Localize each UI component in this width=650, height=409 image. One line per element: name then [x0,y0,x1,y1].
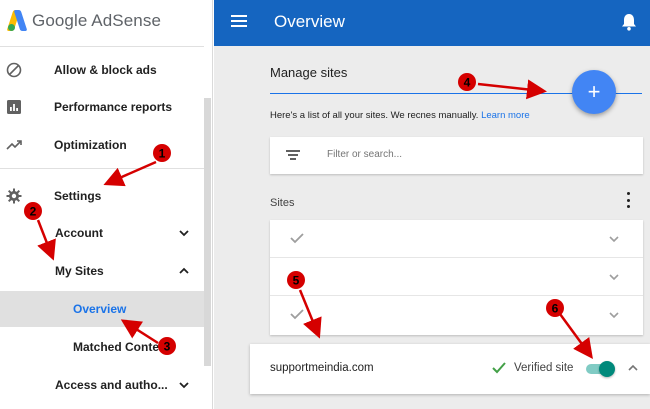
chevron-down-icon[interactable] [608,309,620,321]
sidebar-item-overview[interactable]: Overview [0,291,204,327]
more-options-icon[interactable] [625,192,631,208]
verified-check-icon [492,362,506,374]
sidebar-item-label: Settings [54,189,102,203]
site-list [270,220,643,335]
bar-chart-icon [6,99,22,115]
sidebar-item-label: Matched Content [73,340,171,354]
list-item[interactable] [270,258,643,296]
gear-icon [6,188,22,204]
bell-icon[interactable] [621,13,637,31]
sidebar-item-label: Overview [73,302,127,316]
sidebar-item-performance-reports[interactable]: Performance reports [0,89,204,125]
description: Here's a list of all your sites. We recn… [270,110,530,121]
sidebar-item-label: Access and autho... [55,378,168,392]
main-content: Manage sites + Here's a list of all your… [214,46,650,409]
filter-bar [270,137,643,174]
sidebar-scrollbar[interactable] [204,98,211,366]
section-title: Manage sites [270,65,348,80]
site-card[interactable]: supportmeindia.com Verified site [250,344,650,394]
block-icon [6,62,22,78]
divider [0,168,204,169]
menu-icon[interactable] [231,15,247,27]
verification-status: Verified site [514,362,574,374]
sidebar-item-allow-block-ads[interactable]: Allow & block ads [0,52,204,88]
sidebar-item-label: Optimization [54,138,127,152]
check-icon [290,233,304,244]
sidebar-item-label: My Sites [55,264,104,278]
chevron-up-icon[interactable] [627,362,639,374]
chevron-down-icon[interactable] [608,271,620,283]
learn-more-link[interactable]: Learn more [481,110,530,121]
sidebar-item-label: Allow & block ads [54,63,157,77]
sidebar-item-label: Performance reports [54,100,173,114]
sidebar-item-my-sites[interactable]: My Sites [0,253,204,289]
sidebar-item-account[interactable]: Account [0,215,204,251]
sidebar-item-matched-content[interactable]: Matched Content [0,329,204,365]
list-item[interactable] [270,296,643,334]
search-input[interactable] [327,149,617,160]
filter-icon[interactable] [286,150,300,160]
adsense-logo [6,10,28,32]
sidebar-item-optimization[interactable]: Optimization [0,127,204,163]
chevron-down-icon[interactable] [608,233,620,245]
chevron-up-icon [179,267,189,274]
trending-up-icon [6,137,22,153]
chevron-down-icon [179,230,189,237]
chevron-down-icon [179,382,189,389]
site-name: supportmeindia.com [270,362,374,374]
brand-name: Google AdSense [32,11,161,30]
sidebar-item-label: Account [55,226,103,240]
site-toggle[interactable] [583,360,615,378]
description-text: Here's a list of all your sites. We recn… [270,110,482,121]
sites-heading: Sites [270,197,295,209]
page-title: Overview [274,12,345,31]
list-item[interactable] [270,220,643,258]
sidebar: Google AdSense Allow & block ads Perform… [0,0,213,409]
top-app-bar: Overview [214,0,650,46]
sidebar-item-settings[interactable]: Settings [0,178,204,214]
add-site-button[interactable]: + [572,70,616,114]
sidebar-item-access-authorization[interactable]: Access and autho... [0,367,204,403]
divider [0,46,204,47]
check-icon [290,309,304,320]
brand[interactable]: Google AdSense [6,9,161,33]
